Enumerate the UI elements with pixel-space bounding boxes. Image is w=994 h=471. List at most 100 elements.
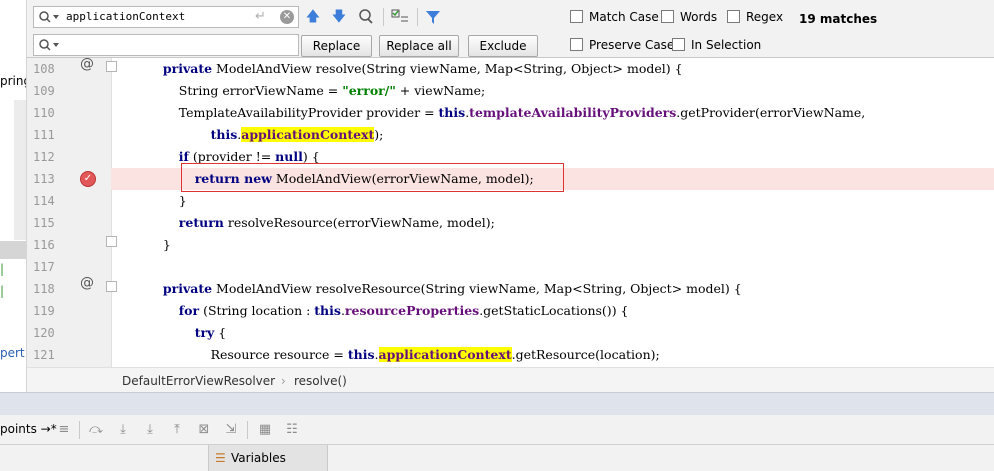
line-number: 121 — [33, 348, 55, 362]
drop-frame-icon[interactable]: ⊠ — [195, 421, 213, 439]
search-input[interactable]: applicationContext — [66, 10, 185, 23]
show-execution-point-icon[interactable]: ≡ — [55, 421, 73, 439]
code-line[interactable]: 121 Resource resource = this.application… — [27, 344, 994, 366]
code-line[interactable]: 108 private ModelAndView resolve(String … — [27, 58, 994, 80]
code-text[interactable]: TemplateAvailabilityProvider provider = … — [147, 105, 865, 120]
override-marker-icon[interactable]: @ — [80, 275, 94, 291]
step-out-icon[interactable]: ⤒ — [168, 421, 186, 439]
regex-checkbox[interactable]: Regex — [727, 10, 783, 24]
variables-icon: ☰ — [215, 451, 226, 465]
code-line[interactable]: 110 TemplateAvailabilityProvider provide… — [27, 102, 994, 124]
code-text[interactable]: if (provider != null) { — [147, 149, 320, 164]
code-line[interactable]: 116 } — [27, 234, 994, 256]
checkbox-box[interactable] — [570, 38, 583, 51]
checkbox-box[interactable] — [727, 10, 740, 23]
code-text[interactable]: } — [147, 237, 171, 252]
code-line[interactable]: 119 for (String location : this.resource… — [27, 300, 994, 322]
code-token: applicationContext — [241, 127, 375, 142]
code-text[interactable]: try { — [147, 325, 227, 340]
select-all-occurrences-icon[interactable] — [391, 8, 409, 26]
clear-search-icon[interactable]: ✕ — [280, 10, 294, 24]
code-text[interactable]: Resource resource = this.applicationCont… — [147, 347, 660, 362]
step-into-icon[interactable]: ⤓ — [114, 421, 132, 439]
code-token: ModelAndView resolve(String viewName, Ma… — [212, 61, 683, 76]
code-line[interactable]: 117 — [27, 256, 994, 278]
force-step-into-icon[interactable]: ⤓ — [141, 421, 159, 439]
code-text[interactable]: for (String location : this.resourceProp… — [147, 303, 629, 318]
code-text[interactable]: private ModelAndView resolveResource(Str… — [147, 281, 742, 296]
code-token: if — [178, 149, 189, 164]
code-token: resourceProperties — [344, 303, 480, 318]
code-editor[interactable]: 108 private ModelAndView resolve(String … — [27, 58, 994, 367]
code-text[interactable]: private ModelAndView resolve(String view… — [147, 61, 683, 76]
code-line[interactable]: 114 } — [27, 190, 994, 212]
code-token: } — [147, 193, 187, 208]
fold-marker[interactable] — [106, 281, 117, 292]
newline-icon[interactable]: ↵ — [255, 9, 266, 24]
checkbox-box[interactable] — [661, 10, 674, 23]
code-text[interactable]: return resolveResource(errorViewName, mo… — [147, 215, 495, 230]
fold-marker[interactable] — [106, 236, 117, 247]
code-text[interactable]: } — [147, 193, 187, 208]
line-number: 110 — [33, 106, 55, 120]
previous-occurrence-icon[interactable]: 🡅 — [304, 8, 322, 26]
code-token: (String location : — [199, 303, 315, 318]
debug-tab-label[interactable]: points →* — [0, 422, 57, 436]
code-token: .getProvider(errorViewName, — [676, 105, 866, 120]
in-selection-checkbox[interactable]: In Selection — [672, 38, 761, 52]
panel-fragment: pring — [0, 74, 26, 88]
code-token: .getStaticLocations()) { — [479, 303, 629, 318]
step-over-icon[interactable]: ⤼ — [87, 421, 105, 439]
code-line[interactable]: 120 try { — [27, 322, 994, 344]
code-token: return — [178, 215, 224, 230]
code-token: { — [214, 325, 227, 340]
next-occurrence-icon[interactable]: 🡇 — [330, 8, 348, 26]
line-number: 115 — [33, 216, 55, 230]
replace-field[interactable] — [33, 34, 299, 56]
fold-marker[interactable] — [106, 61, 117, 72]
words-checkbox[interactable]: Words — [661, 10, 717, 24]
breadcrumb-method[interactable]: resolve() — [294, 374, 347, 388]
replace-history-icon[interactable] — [38, 38, 62, 52]
code-line[interactable]: 111 this.applicationContext); — [27, 124, 994, 146]
override-marker-icon[interactable]: @ — [80, 58, 94, 72]
line-number: 112 — [33, 150, 55, 164]
code-line[interactable]: 109 String errorViewName = "error/" + vi… — [27, 80, 994, 102]
checkbox-box[interactable] — [672, 38, 685, 51]
debugger-toolbar: points →* ≡ ⤼ ⤓ ⤓ ⤒ ⊠ ⇲ ▦ ☷ — [0, 415, 994, 445]
line-number: 120 — [33, 326, 55, 340]
highlight-annotation-box — [181, 163, 564, 192]
search-field[interactable]: applicationContext ↵ ✕ — [33, 6, 299, 28]
code-token: this — [438, 105, 466, 120]
breakpoint-icon[interactable]: ✓ — [80, 171, 96, 187]
replace-button[interactable]: Replace — [301, 35, 372, 57]
breadcrumb-class[interactable]: DefaultErrorViewResolver — [122, 374, 275, 388]
toolbar-divider — [79, 421, 80, 439]
filter-icon[interactable] — [424, 8, 442, 26]
run-to-cursor-icon[interactable]: ⇲ — [222, 421, 240, 439]
evaluate-expression-icon[interactable]: ▦ — [256, 421, 274, 439]
match-case-checkbox[interactable]: Match Case — [570, 10, 659, 24]
replace-all-button[interactable]: Replace all — [379, 35, 459, 57]
code-text[interactable]: String errorViewName = "error/" + viewNa… — [147, 83, 485, 98]
line-number: 116 — [33, 238, 55, 252]
trace-icon[interactable]: ☷ — [283, 421, 301, 439]
search-history-icon[interactable] — [38, 10, 62, 24]
find-all-icon[interactable] — [357, 8, 375, 26]
code-token: .getResource(location); — [511, 347, 660, 362]
preserve-case-checkbox[interactable]: Preserve Case — [570, 38, 674, 52]
variables-tab[interactable]: ☰ Variables — [208, 445, 328, 471]
code-token: (provider != — [188, 149, 276, 164]
checkbox-box[interactable] — [570, 10, 583, 23]
tool-window-divider — [0, 392, 994, 415]
toolbar-divider — [247, 421, 248, 439]
code-text[interactable]: this.applicationContext); — [147, 127, 383, 142]
toolbar-divider — [383, 8, 384, 26]
code-line[interactable]: 115 return resolveResource(errorViewName… — [27, 212, 994, 234]
panel-selection[interactable] — [0, 241, 26, 259]
code-line[interactable]: 118 private ModelAndView resolveResource… — [27, 278, 994, 300]
exclude-button[interactable]: Exclude — [468, 35, 538, 57]
